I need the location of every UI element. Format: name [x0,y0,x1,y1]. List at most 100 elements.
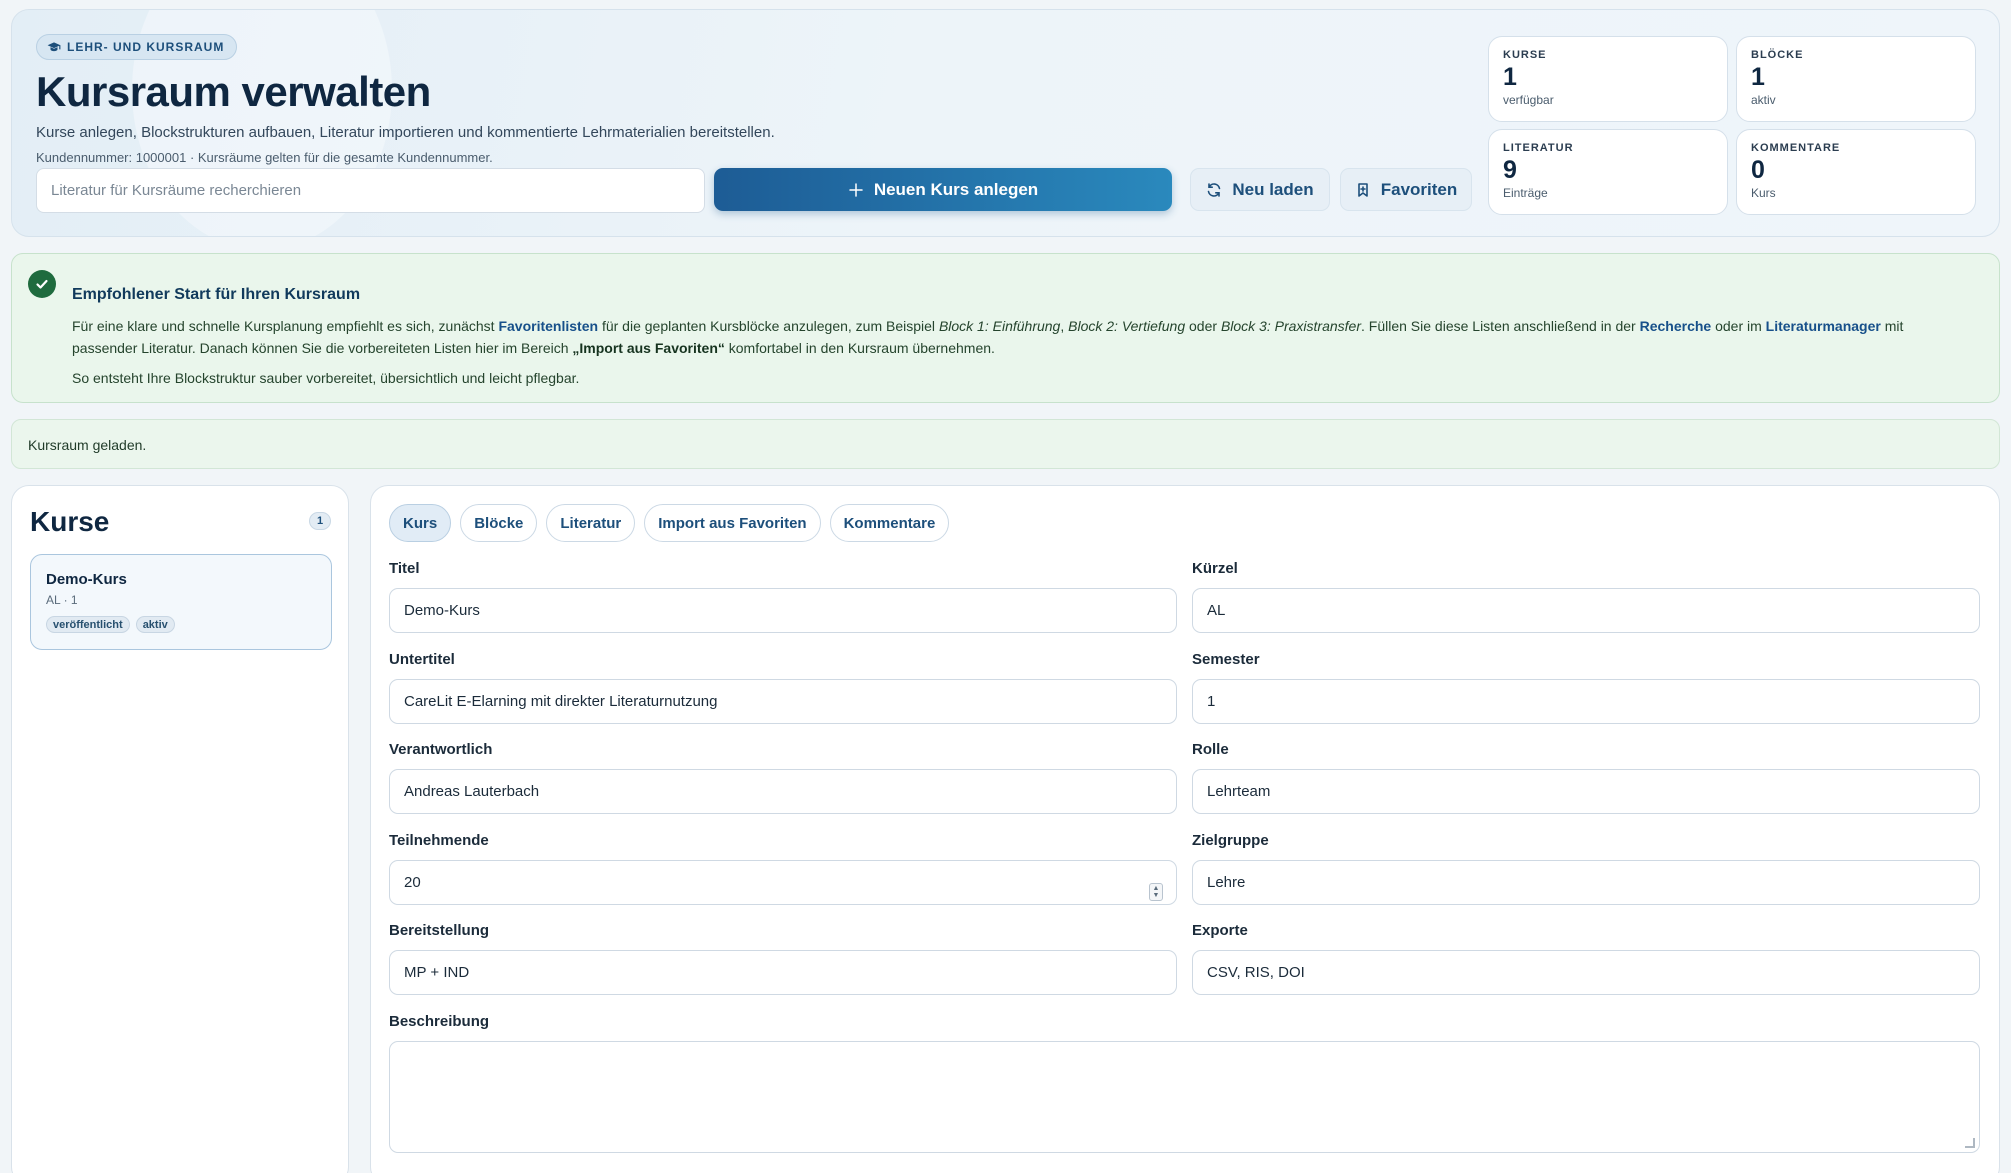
tab-comments[interactable]: Kommentare [829,504,950,542]
resize-handle-icon[interactable] [1965,1138,1975,1148]
research-link[interactable]: Recherche [1640,318,1712,334]
role-field-group: Rolle Lehrteam [1192,741,1980,814]
target-group-label: Zielgruppe [1192,832,1269,849]
participants-label: Teilnehmende [389,832,489,849]
target-group-input[interactable]: Lehre [1192,860,1980,905]
favorites-button-label: Favoriten [1380,179,1458,199]
semester-label: Semester [1192,651,1260,668]
stat-value: 1 [1751,63,1765,91]
literature-manager-link[interactable]: Literaturmanager [1766,318,1881,334]
stat-unit: Kurs [1751,186,1776,200]
refresh-icon [1208,182,1221,197]
tab-literature[interactable]: Literatur [546,504,636,542]
description-label: Beschreibung [389,1013,490,1030]
exports-field-group: Exporte CSV, RIS, DOI [1192,922,1980,995]
notice-text-part: komfortabel in den Kursraum übernehmen. [724,340,995,356]
hero-header: LEHR- UND KURSRAUM Kursraum verwalten Ku… [11,9,2000,237]
notice-highlight: „Import aus Favoriten“ [572,340,725,356]
notice-text-part: Für eine klare und schnelle Kursplanung … [72,318,499,334]
stat-label: KURSE [1503,49,1547,61]
section-badge: LEHR- UND KURSRAUM [36,34,238,60]
notice-text-part: für die geplanten Kursblöcke anzulegen, … [598,318,939,334]
stat-card-courses: KURSE 1 verfügbar [1488,36,1728,122]
stat-card-literature: LITERATUR 9 Einträge [1488,129,1728,215]
responsible-input[interactable]: Andreas Lauterbach [389,769,1177,814]
course-editor-panel: Kurs Blöcke Literatur Import aus Favorit… [370,485,2000,1173]
responsible-field-group: Verantwortlich Andreas Lauterbach [389,741,1177,814]
stat-value: 0 [1751,156,1765,184]
short-code-input[interactable]: AL [1192,588,1980,633]
stat-label: LITERATUR [1503,142,1574,154]
stat-value: 1 [1503,63,1517,91]
status-badge: aktiv [135,616,175,633]
course-meta: AL · 1 [46,593,78,607]
title-input[interactable]: Demo-Kurs [389,588,1177,633]
role-input[interactable]: Lehrteam [1192,769,1980,814]
notice-example: Block 1: Einführung [938,318,1061,334]
notice-footer: So entsteht Ihre Blockstruktur sauber vo… [72,370,580,386]
check-circle-icon [28,270,56,298]
number-stepper[interactable]: ▲ ▼ [1149,883,1163,901]
notice-title: Empfohlener Start für Ihren Kursraum [72,286,361,303]
semester-field-group: Semester 1 [1192,651,1980,724]
reload-button[interactable]: Neu laden [1190,168,1330,211]
bookmark-icon [1357,182,1368,197]
plus-icon [849,182,863,197]
notice-text-part: oder [1185,318,1221,334]
stat-label: KOMMENTARE [1751,142,1841,154]
courses-panel: Kurse 1 Demo-Kurs AL · 1 veröffentlicht … [11,485,349,1173]
exports-label: Exporte [1192,922,1248,939]
reload-button-label: Neu laden [1232,179,1314,199]
subtitle-label: Untertitel [389,651,455,668]
short-code-field-group: Kürzel AL [1192,560,1980,633]
participants-field-group: Teilnehmende 20 ▲ ▼ [389,832,1177,905]
subtitle-field-group: Untertitel CareLit E-Elarning mit direkt… [389,651,1177,724]
description-textarea[interactable] [389,1041,1980,1153]
description-field-group: Beschreibung [389,1013,1980,1153]
tab-blocks[interactable]: Blöcke [460,504,538,542]
customer-note: Kundennummer: 1000001 · Kursräume gelten… [36,150,493,165]
literature-search-input[interactable] [36,168,705,213]
title-label: Titel [389,560,420,577]
exports-input[interactable]: CSV, RIS, DOI [1192,950,1980,995]
status-badge: veröffentlicht [46,616,130,633]
course-card[interactable]: Demo-Kurs AL · 1 veröffentlicht aktiv [30,554,332,650]
notice-text: Für eine klare und schnelle Kursplanung … [72,315,1962,389]
participants-input[interactable]: 20 [389,860,1177,905]
graduation-cap-icon [47,42,61,52]
favorites-lists-link[interactable]: Favoritenlisten [498,318,598,334]
stat-label: BLÖCKE [1751,49,1804,61]
notice-text-part: . Füllen Sie diese Listen anschließend i… [1361,318,1640,334]
subtitle-input[interactable]: CareLit E-Elarning mit direkter Literatu… [389,679,1177,724]
semester-input[interactable]: 1 [1192,679,1980,724]
title-field-group: Titel Demo-Kurs [389,560,1177,633]
tab-import-favorites[interactable]: Import aus Favoriten [644,504,821,542]
stat-card-blocks: BLÖCKE 1 aktiv [1736,36,1976,122]
tab-course[interactable]: Kurs [389,504,452,542]
status-message: Kursraum geladen. [11,419,2000,469]
new-course-button[interactable]: Neuen Kurs anlegen [714,168,1172,211]
recommendation-notice: Empfohlener Start für Ihren Kursraum Für… [11,253,2000,403]
provision-field-group: Bereitstellung MP + IND [389,922,1177,995]
stat-unit: Einträge [1503,186,1548,200]
page-title: Kursraum verwalten [36,68,431,115]
stat-card-comments: KOMMENTARE 0 Kurs [1736,129,1976,215]
section-badge-label: LEHR- UND KURSRAUM [67,40,225,54]
notice-text-part: , [1060,318,1069,334]
stat-unit: verfügbar [1503,93,1554,107]
notice-example: Block 3: Praxistransfer [1220,318,1361,334]
chevron-up-icon: ▲ [1152,885,1160,892]
short-code-label: Kürzel [1192,560,1238,577]
favorites-button[interactable]: Favoriten [1340,168,1472,211]
stat-unit: aktiv [1751,93,1776,107]
page-subtitle: Kurse anlegen, Blockstrukturen aufbauen,… [36,124,775,141]
notice-text-part: oder im [1711,318,1766,334]
stats-grid: KURSE 1 verfügbar BLÖCKE 1 aktiv LITERAT… [1488,36,1988,222]
chevron-down-icon: ▼ [1152,892,1160,899]
course-name: Demo-Kurs [46,571,127,588]
role-label: Rolle [1192,741,1229,758]
target-group-field-group: Zielgruppe Lehre [1192,832,1980,905]
responsible-label: Verantwortlich [389,741,493,758]
provision-input[interactable]: MP + IND [389,950,1177,995]
courses-title: Kurse [30,506,110,537]
